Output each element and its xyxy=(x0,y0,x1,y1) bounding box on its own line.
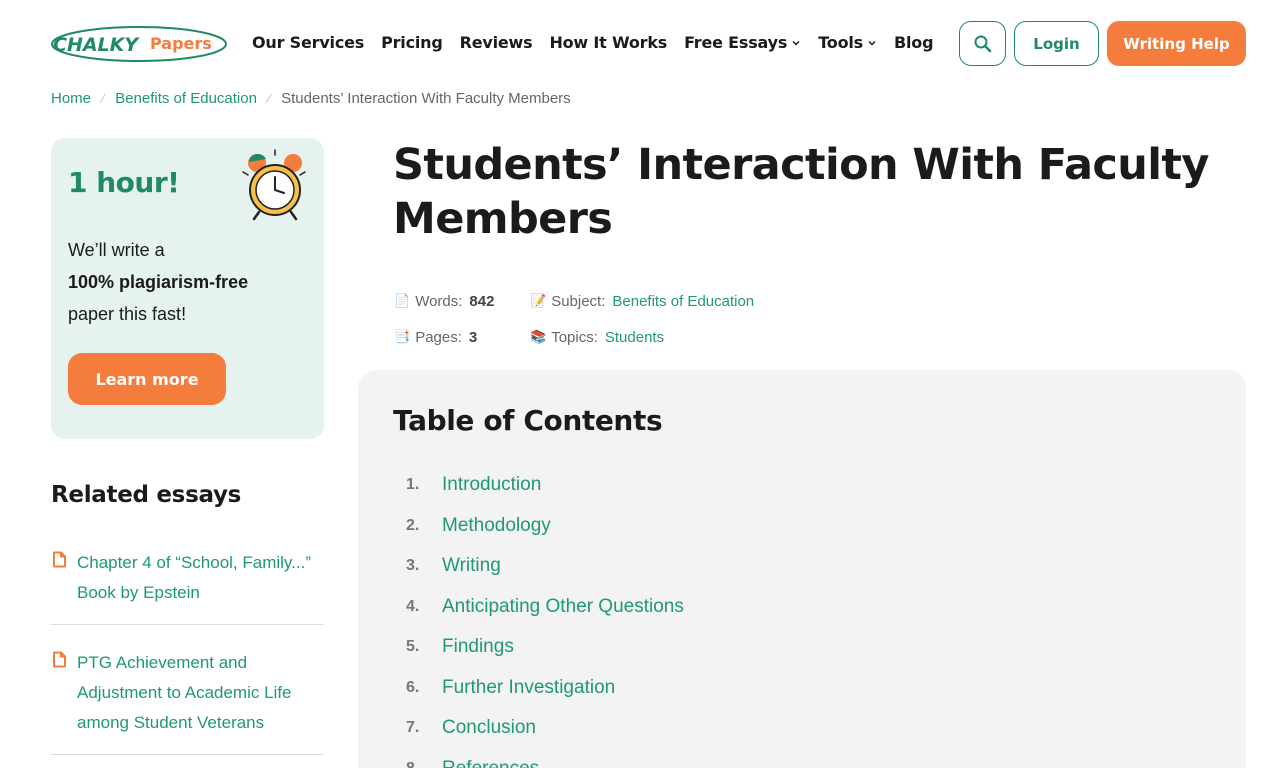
toc-link[interactable]: References xyxy=(442,758,539,768)
promo-line: We’ll write a xyxy=(68,240,165,260)
toc-link[interactable]: Further Investigation xyxy=(442,677,615,699)
breadcrumb-home[interactable]: Home xyxy=(51,90,91,107)
nav-our-services[interactable]: Our Services xyxy=(252,33,364,52)
toc-number: 7. xyxy=(406,719,420,737)
toc-number: 2. xyxy=(406,516,420,534)
toc-number: 3. xyxy=(406,557,420,575)
site-header: CHALKY Papers Our Services Pricing Revie… xyxy=(0,0,1280,86)
meta-subject: 📝 Subject: Benefits of Education xyxy=(530,293,754,310)
meta-words: 📄 Words: 842 xyxy=(394,293,530,310)
promo-title: 1 hour! xyxy=(68,166,180,199)
writing-help-button[interactable]: Writing Help xyxy=(1107,21,1246,66)
promo-text: We’ll write a 100% plagiarism-free paper… xyxy=(68,234,308,330)
learn-more-button[interactable]: Learn more xyxy=(68,353,226,405)
table-of-contents: Table of Contents 1. Introduction 2. Metho… xyxy=(358,370,1246,768)
page-title: Students’ Interaction With Faculty Membe… xyxy=(393,140,1209,244)
logo-text-papers: Papers xyxy=(150,34,212,53)
toc-item: 8.References xyxy=(406,749,684,768)
main-nav: Our Services Pricing Reviews How It Work… xyxy=(252,33,950,52)
meta-label: Subject: xyxy=(551,292,606,310)
toc-link[interactable]: Findings xyxy=(442,636,514,658)
nav-blog[interactable]: Blog xyxy=(894,33,934,52)
promo-line: paper this fast! xyxy=(68,304,187,324)
meta-row: 📄 Words: 842 📝 Subject: Benefits of Educ… xyxy=(394,283,894,319)
chalky-papers-logo[interactable]: CHALKY Papers xyxy=(50,24,228,64)
toc-item: 1. Introduction xyxy=(406,465,684,506)
breadcrumb-category[interactable]: Benefits of Education xyxy=(115,90,257,107)
logo-text-chalky: CHALKY xyxy=(53,34,140,56)
nav-label: Pricing xyxy=(381,33,443,52)
toc-item: 4. Anticipating Other Questions xyxy=(406,587,684,628)
meta-value: 3 xyxy=(468,328,478,346)
breadcrumb-separator: ⁄ xyxy=(267,91,271,106)
related-essays-list: Chapter 4 of “School, Family...” Book by… xyxy=(51,544,324,768)
toc-link[interactable]: Anticipating Other Questions xyxy=(442,596,684,618)
nav-free-essays[interactable]: Free Essays xyxy=(684,33,801,52)
toc-number: 6. xyxy=(406,678,420,696)
chevron-down-icon xyxy=(868,40,876,46)
list-item: PTG Achievement and Adjustment to Academ… xyxy=(51,644,324,755)
search-button[interactable] xyxy=(959,21,1006,66)
nav-label: Our Services xyxy=(252,33,365,52)
toc-link[interactable]: Methodology xyxy=(442,515,551,537)
breadcrumb-current: Students’ Interaction With Faculty Membe… xyxy=(281,90,571,107)
promo-card: 1 hour! We’ll write a 100% plagiarism-fr… xyxy=(51,138,324,439)
related-essay-link[interactable]: Chapter 4 of “School, Family...” Book by… xyxy=(77,548,324,608)
nav-label: Blog xyxy=(894,33,934,52)
memo-icon: 📝 xyxy=(530,293,547,308)
toc-title: Table of Contents xyxy=(393,404,663,437)
page-icon: 📄 xyxy=(394,293,411,308)
toc-number: 8. xyxy=(406,760,442,768)
login-button[interactable]: Login xyxy=(1014,21,1099,66)
toc-item: 6. Further Investigation xyxy=(406,668,684,709)
chevron-down-icon xyxy=(792,40,800,46)
breadcrumb-separator: ⁄ xyxy=(102,91,105,106)
toc-number: 4. xyxy=(406,597,420,615)
meta-label: Pages: xyxy=(415,328,462,346)
toc-item: 2. Methodology xyxy=(406,506,684,547)
nav-pricing[interactable]: Pricing xyxy=(381,33,443,52)
nav-label: How It Works xyxy=(549,33,668,52)
related-essay-link[interactable]: PTG Achievement and Adjustment to Academ… xyxy=(77,648,324,738)
breadcrumb: Home ⁄ Benefits of Education ⁄ Students’… xyxy=(51,90,571,107)
meta-label: Words: xyxy=(415,292,463,310)
nav-label: Free Essays xyxy=(684,33,788,52)
nav-label: Reviews xyxy=(459,33,533,52)
document-icon xyxy=(53,551,66,568)
topic-link[interactable]: Students xyxy=(605,329,664,346)
subject-link[interactable]: Benefits of Education xyxy=(612,293,754,310)
meta-pages: 📑 Pages: 3 xyxy=(394,329,530,346)
alarm-clock-icon xyxy=(242,149,306,221)
toc-link[interactable]: Introduction xyxy=(442,474,541,496)
toc-item: 3. Writing xyxy=(406,546,684,587)
search-icon xyxy=(974,35,991,52)
toc-item: 5. Findings xyxy=(406,627,684,668)
toc-item: 7. Conclusion xyxy=(406,708,684,749)
toc-link[interactable]: Writing xyxy=(442,555,501,577)
toc-list: 1. Introduction 2. Methodology 3. Writing 4… xyxy=(406,465,684,768)
document-icon xyxy=(53,651,66,668)
meta-row: 📑 Pages: 3 📚 Topics: Students xyxy=(394,319,894,355)
related-essays-title: Related essays xyxy=(51,482,242,508)
bookmark-tabs-icon: 📑 xyxy=(394,329,411,344)
books-icon: 📚 xyxy=(530,329,547,344)
toc-number: 5. xyxy=(406,638,420,656)
meta-value: 842 xyxy=(469,292,495,310)
meta-label: Topics: xyxy=(551,328,598,346)
nav-reviews[interactable]: Reviews xyxy=(460,33,533,52)
nav-label: Tools xyxy=(818,33,863,52)
meta-topics: 📚 Topics: Students xyxy=(530,329,664,346)
nav-tools[interactable]: Tools xyxy=(818,33,877,52)
nav-how-it-works[interactable]: How It Works xyxy=(549,33,667,52)
article-meta: 📄 Words: 842 📝 Subject: Benefits of Educ… xyxy=(394,283,894,355)
toc-number: 1. xyxy=(406,476,420,494)
promo-line-bold: 100% plagiarism-free xyxy=(68,272,249,292)
list-item: Chapter 4 of “School, Family...” Book by… xyxy=(51,544,324,625)
toc-link[interactable]: Conclusion xyxy=(442,717,536,739)
